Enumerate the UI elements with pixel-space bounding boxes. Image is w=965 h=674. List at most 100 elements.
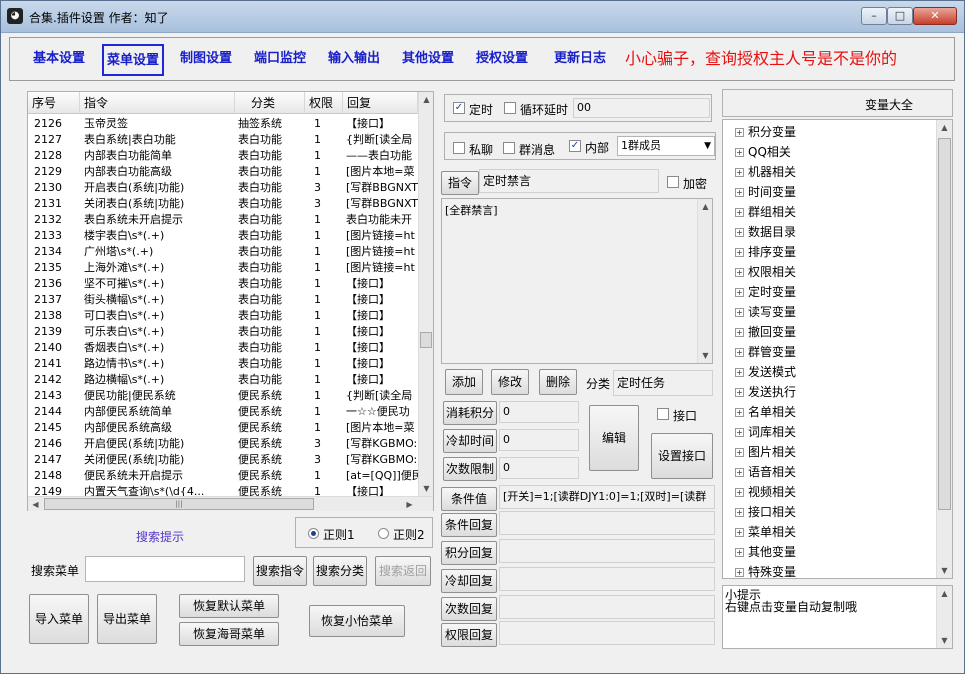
scroll-thumb[interactable] (420, 332, 432, 348)
table-row[interactable]: 2139 可乐表白\s*(.+) 表白功能 1 【接口】 (28, 324, 418, 340)
table-vscrollbar[interactable]: ▲ ▼ (418, 92, 433, 496)
delete-button[interactable]: 删除 (539, 369, 577, 395)
expand-icon[interactable]: + (735, 368, 744, 377)
cooldown-button[interactable]: 冷却时间 (443, 429, 497, 453)
modify-button[interactable]: 修改 (491, 369, 529, 395)
variables-scrollbar[interactable]: ▲ ▼ (936, 120, 952, 578)
expand-icon[interactable]: + (735, 188, 744, 197)
table-row[interactable]: 2132 表白系统未开启提示 表白功能 1 表白功能未开 (28, 212, 418, 228)
table-row[interactable]: 2138 可口表白\s*(.+) 表白功能 1 【接口】 (28, 308, 418, 324)
group-message-checkbox[interactable] (503, 142, 515, 154)
scroll-up-arrow[interactable]: ▲ (419, 92, 434, 107)
table-row[interactable]: 2146 开启便民(系统|功能) 便民系统 3 [写群KGBMO:0 (28, 436, 418, 452)
table-row[interactable]: 2135 上海外滩\s*(.+) 表白功能 1 [图片链接=ht (28, 260, 418, 276)
tree-item[interactable]: + 发送执行 (735, 382, 796, 402)
tree-item[interactable]: + 群组相关 (735, 202, 796, 222)
menu-basic-settings[interactable]: 基本设置 (24, 44, 94, 76)
table-row[interactable]: 2126 玉帝灵签 抽签系统 1 【接口】 (28, 116, 418, 132)
condition-reply-input[interactable] (499, 511, 715, 535)
table-row[interactable]: 2140 香烟表白\s*(.+) 表白功能 1 【接口】 (28, 340, 418, 356)
expand-icon[interactable]: + (735, 388, 744, 397)
col-header-command[interactable]: 指令 (80, 92, 235, 114)
timed-checkbox[interactable]: ✓ (453, 102, 465, 114)
reply-scroll-down[interactable]: ▼ (698, 348, 713, 363)
condition-value-button[interactable]: 条件值 (441, 487, 497, 511)
cooldown-reply-button[interactable]: 冷却回复 (441, 569, 497, 593)
cooldown-reply-input[interactable] (499, 567, 715, 591)
variables-tree[interactable]: + 积分变量 + QQ相关 + 机器相关 + 时间变量 + 群组相关 + 数据目录 + 排序变量 + 权限相关… (722, 119, 953, 579)
cooldown-input[interactable]: 0 (499, 429, 579, 451)
tree-item[interactable]: + 数据目录 (735, 222, 796, 242)
menu-auth-settings[interactable]: 授权设置 (470, 44, 534, 76)
points-reply-button[interactable]: 积分回复 (441, 541, 497, 565)
table-row[interactable]: 2136 坚不可摧\s*(.+) 表白功能 1 【接口】 (28, 276, 418, 292)
condition-reply-button[interactable]: 条件回复 (441, 513, 497, 537)
command-button[interactable]: 指令 (441, 171, 479, 195)
expand-icon[interactable]: + (735, 288, 744, 297)
command-table[interactable]: 序号 指令 分类 权限 回复 2126 玉帝灵签 抽签系统 1 【接口】 2127 表白系统… (27, 91, 434, 511)
tip-scrollbar[interactable]: ▲ ▼ (936, 586, 952, 648)
expand-icon[interactable]: + (735, 248, 744, 257)
tree-item[interactable]: + 接口相关 (735, 502, 796, 522)
count-limit-input[interactable]: 0 (499, 457, 579, 479)
table-row[interactable]: 2131 关闭表白(系统|功能) 表白功能 3 [写群BBGNXTO (28, 196, 418, 212)
tree-item[interactable]: + 群管变量 (735, 342, 796, 362)
expand-icon[interactable]: + (735, 128, 744, 137)
loop-delay-checkbox[interactable] (504, 102, 516, 114)
tree-item[interactable]: + 视频相关 (735, 482, 796, 502)
permission-reply-input[interactable] (499, 621, 715, 645)
tree-item[interactable]: + 特殊变量 (735, 562, 796, 578)
tree-item[interactable]: + QQ相关 (735, 142, 791, 162)
tree-item[interactable]: + 时间变量 (735, 182, 796, 202)
maximize-button[interactable]: □ (887, 7, 913, 25)
interface-checkbox[interactable] (657, 408, 669, 420)
tree-item[interactable]: + 菜单相关 (735, 522, 796, 542)
set-interface-button[interactable]: 设置接口 (651, 433, 713, 479)
search-category-button[interactable]: 搜索分类 (313, 556, 367, 586)
table-row[interactable]: 2128 内部表白功能简单 表白功能 1 ——表白功能 (28, 148, 418, 164)
tree-item[interactable]: + 积分变量 (735, 122, 796, 142)
table-row[interactable]: 2133 楼宇表白\s*(.+) 表白功能 1 [图片链接=ht (28, 228, 418, 244)
loop-delay-input[interactable]: 00 (573, 98, 710, 118)
import-menu-button[interactable]: 导入菜单 (29, 594, 89, 644)
restore-hai-menu-button[interactable]: 恢复海哥菜单 (179, 622, 279, 646)
internal-checkbox[interactable]: ✓ (569, 140, 581, 152)
menu-port-monitor[interactable]: 端口监控 (248, 44, 312, 76)
expand-icon[interactable]: + (735, 328, 744, 337)
expand-icon[interactable]: + (735, 308, 744, 317)
loop-delay-label[interactable]: 循环延时 (520, 101, 568, 118)
internal-label[interactable]: 内部 (585, 139, 609, 156)
expand-icon[interactable]: + (735, 488, 744, 497)
expand-icon[interactable]: + (735, 468, 744, 477)
table-row[interactable]: 2127 表白系统|表白功能 表白功能 1 {判断[读全局 (28, 132, 418, 148)
reply-scrollbar[interactable]: ▲ ▼ (697, 199, 712, 363)
regex1-label[interactable]: 正则1 (323, 526, 355, 543)
scroll-right-arrow[interactable]: ▶ (402, 497, 417, 512)
regex2-radio[interactable] (378, 528, 389, 539)
tree-item[interactable]: + 其他变量 (735, 542, 796, 562)
table-row[interactable]: 2129 内部表白功能高级 表白功能 1 [图片本地=菜 (28, 164, 418, 180)
expand-icon[interactable]: + (735, 168, 744, 177)
tree-item[interactable]: + 发送模式 (735, 362, 796, 382)
scroll-down-arrow[interactable]: ▼ (419, 481, 434, 496)
variables-scroll-down[interactable]: ▼ (937, 563, 952, 578)
edit-button[interactable]: 编辑 (589, 405, 639, 471)
regex1-radio[interactable] (308, 528, 319, 539)
tree-item[interactable]: + 词库相关 (735, 422, 796, 442)
table-row[interactable]: 2147 关闭便民(系统|功能) 便民系统 3 [写群KGBMO:1 (28, 452, 418, 468)
table-row[interactable]: 2144 内部便民系统简单 便民系统 1 一☆☆便民功 (28, 404, 418, 420)
table-row[interactable]: 2137 街头横幅\s*(.+) 表白功能 1 【接口】 (28, 292, 418, 308)
search-command-button[interactable]: 搜索指令 (253, 556, 307, 586)
reply-scroll-up[interactable]: ▲ (698, 199, 713, 214)
expand-icon[interactable]: + (735, 408, 744, 417)
regex2-label[interactable]: 正则2 (393, 526, 425, 543)
expand-icon[interactable]: + (735, 208, 744, 217)
menu-drawing-settings[interactable]: 制图设置 (174, 44, 238, 76)
table-row[interactable]: 2141 路边情书\s*(.+) 表白功能 1 【接口】 (28, 356, 418, 372)
menu-other-settings[interactable]: 其他设置 (396, 44, 460, 76)
table-row[interactable]: 2145 内部便民系统高级 便民系统 1 [图片本地=菜 (28, 420, 418, 436)
expand-icon[interactable]: + (735, 228, 744, 237)
tree-item[interactable]: + 机器相关 (735, 162, 796, 182)
condition-value-input[interactable]: [开关]=1;[读群DJY1:0]=1;[双时]=[读群 (499, 485, 715, 509)
variables-scroll-thumb[interactable] (938, 138, 951, 510)
